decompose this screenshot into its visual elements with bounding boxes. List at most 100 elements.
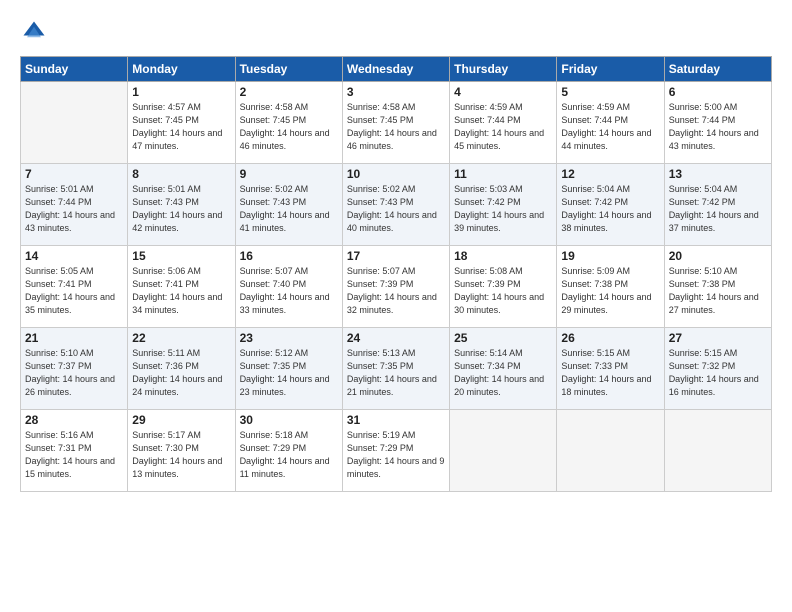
calendar-cell: 27 Sunrise: 5:15 AM Sunset: 7:32 PM Dayli… (664, 328, 771, 410)
calendar-cell: 17Sunrise: 5:07 AM Sunset: 7:39 PM Dayli… (342, 246, 449, 328)
calendar-cell: 4 Sunrise: 4:59 AM Sunset: 7:44 PM Daylig… (450, 82, 557, 164)
day-info: Sunrise: 5:07 AM Sunset: 7:40 PM Dayligh… (240, 265, 338, 317)
calendar-week-row: 21 Sunrise: 5:10 AM Sunset: 7:37 PM Dayli… (21, 328, 772, 410)
day-info: Sunrise: 5:01 AM Sunset: 7:44 PM Dayligh… (25, 183, 123, 235)
calendar-week-row: 1Sunrise: 4:57 AM Sunset: 7:45 PM Daylig… (21, 82, 772, 164)
calendar-cell: 1Sunrise: 4:57 AM Sunset: 7:45 PM Daylig… (128, 82, 235, 164)
calendar-cell: 15 Sunrise: 5:06 AM Sunset: 7:41 PM Dayli… (128, 246, 235, 328)
day-info: Sunrise: 5:17 AM Sunset: 7:30 PM Dayligh… (132, 429, 230, 481)
day-number: 7 (25, 167, 123, 181)
weekday-header-wednesday: Wednesday (342, 57, 449, 82)
day-number: 29 (132, 413, 230, 427)
day-info: Sunrise: 4:59 AM Sunset: 7:44 PM Dayligh… (561, 101, 659, 153)
calendar-page: SundayMondayTuesdayWednesdayThursdayFrid… (0, 0, 792, 612)
weekday-header-row: SundayMondayTuesdayWednesdayThursdayFrid… (21, 57, 772, 82)
calendar-cell: 25 Sunrise: 5:14 AM Sunset: 7:34 PM Dayli… (450, 328, 557, 410)
calendar-cell: 22 Sunrise: 5:11 AM Sunset: 7:36 PM Dayli… (128, 328, 235, 410)
header (20, 18, 772, 46)
day-info: Sunrise: 5:02 AM Sunset: 7:43 PM Dayligh… (347, 183, 445, 235)
weekday-header-sunday: Sunday (21, 57, 128, 82)
day-number: 8 (132, 167, 230, 181)
calendar-cell: 26Sunrise: 5:15 AM Sunset: 7:33 PM Dayli… (557, 328, 664, 410)
day-number: 27 (669, 331, 767, 345)
day-info: Sunrise: 4:59 AM Sunset: 7:44 PM Dayligh… (454, 101, 552, 153)
day-info: Sunrise: 5:11 AM Sunset: 7:36 PM Dayligh… (132, 347, 230, 399)
day-info: Sunrise: 5:15 AM Sunset: 7:33 PM Dayligh… (561, 347, 659, 399)
day-info: Sunrise: 5:06 AM Sunset: 7:41 PM Dayligh… (132, 265, 230, 317)
day-info: Sunrise: 5:07 AM Sunset: 7:39 PM Dayligh… (347, 265, 445, 317)
day-number: 16 (240, 249, 338, 263)
calendar-cell: 6 Sunrise: 5:00 AM Sunset: 7:44 PM Daylig… (664, 82, 771, 164)
day-info: Sunrise: 4:58 AM Sunset: 7:45 PM Dayligh… (240, 101, 338, 153)
weekday-header-tuesday: Tuesday (235, 57, 342, 82)
calendar-cell: 28 Sunrise: 5:16 AM Sunset: 7:31 PM Dayli… (21, 410, 128, 492)
calendar-cell: 5 Sunrise: 4:59 AM Sunset: 7:44 PM Daylig… (557, 82, 664, 164)
day-number: 18 (454, 249, 552, 263)
calendar-cell: 16 Sunrise: 5:07 AM Sunset: 7:40 PM Dayli… (235, 246, 342, 328)
day-number: 28 (25, 413, 123, 427)
day-number: 15 (132, 249, 230, 263)
day-number: 11 (454, 167, 552, 181)
weekday-header-friday: Friday (557, 57, 664, 82)
weekday-header-thursday: Thursday (450, 57, 557, 82)
day-number: 9 (240, 167, 338, 181)
day-info: Sunrise: 5:01 AM Sunset: 7:43 PM Dayligh… (132, 183, 230, 235)
day-number: 23 (240, 331, 338, 345)
day-info: Sunrise: 5:04 AM Sunset: 7:42 PM Dayligh… (561, 183, 659, 235)
day-number: 1 (132, 85, 230, 99)
calendar-table: SundayMondayTuesdayWednesdayThursdayFrid… (20, 56, 772, 492)
calendar-cell: 31Sunrise: 5:19 AM Sunset: 7:29 PM Dayli… (342, 410, 449, 492)
day-number: 20 (669, 249, 767, 263)
calendar-cell (557, 410, 664, 492)
day-number: 10 (347, 167, 445, 181)
calendar-cell: 30 Sunrise: 5:18 AM Sunset: 7:29 PM Dayli… (235, 410, 342, 492)
day-info: Sunrise: 5:00 AM Sunset: 7:44 PM Dayligh… (669, 101, 767, 153)
calendar-cell: 29 Sunrise: 5:17 AM Sunset: 7:30 PM Dayli… (128, 410, 235, 492)
calendar-cell: 20 Sunrise: 5:10 AM Sunset: 7:38 PM Dayli… (664, 246, 771, 328)
calendar-cell: 21 Sunrise: 5:10 AM Sunset: 7:37 PM Dayli… (21, 328, 128, 410)
day-number: 12 (561, 167, 659, 181)
day-number: 5 (561, 85, 659, 99)
day-info: Sunrise: 5:14 AM Sunset: 7:34 PM Dayligh… (454, 347, 552, 399)
calendar-cell: 10 Sunrise: 5:02 AM Sunset: 7:43 PM Dayli… (342, 164, 449, 246)
day-info: Sunrise: 5:16 AM Sunset: 7:31 PM Dayligh… (25, 429, 123, 481)
calendar-cell: 3Sunrise: 4:58 AM Sunset: 7:45 PM Daylig… (342, 82, 449, 164)
day-number: 14 (25, 249, 123, 263)
day-info: Sunrise: 5:03 AM Sunset: 7:42 PM Dayligh… (454, 183, 552, 235)
calendar-cell: 24Sunrise: 5:13 AM Sunset: 7:35 PM Dayli… (342, 328, 449, 410)
day-info: Sunrise: 5:18 AM Sunset: 7:29 PM Dayligh… (240, 429, 338, 481)
day-info: Sunrise: 5:10 AM Sunset: 7:38 PM Dayligh… (669, 265, 767, 317)
weekday-header-saturday: Saturday (664, 57, 771, 82)
day-number: 22 (132, 331, 230, 345)
calendar-cell: 19Sunrise: 5:09 AM Sunset: 7:38 PM Dayli… (557, 246, 664, 328)
calendar-cell: 14Sunrise: 5:05 AM Sunset: 7:41 PM Dayli… (21, 246, 128, 328)
calendar-cell (450, 410, 557, 492)
day-number: 30 (240, 413, 338, 427)
logo-icon (20, 18, 48, 46)
calendar-cell: 11 Sunrise: 5:03 AM Sunset: 7:42 PM Dayli… (450, 164, 557, 246)
day-info: Sunrise: 5:09 AM Sunset: 7:38 PM Dayligh… (561, 265, 659, 317)
day-number: 13 (669, 167, 767, 181)
calendar-cell (664, 410, 771, 492)
calendar-cell: 2 Sunrise: 4:58 AM Sunset: 7:45 PM Daylig… (235, 82, 342, 164)
calendar-cell: 13Sunrise: 5:04 AM Sunset: 7:42 PM Dayli… (664, 164, 771, 246)
day-number: 25 (454, 331, 552, 345)
calendar-cell: 7 Sunrise: 5:01 AM Sunset: 7:44 PM Daylig… (21, 164, 128, 246)
calendar-week-row: 7 Sunrise: 5:01 AM Sunset: 7:44 PM Daylig… (21, 164, 772, 246)
calendar-cell: 23Sunrise: 5:12 AM Sunset: 7:35 PM Dayli… (235, 328, 342, 410)
calendar-cell: 18 Sunrise: 5:08 AM Sunset: 7:39 PM Dayli… (450, 246, 557, 328)
day-info: Sunrise: 4:58 AM Sunset: 7:45 PM Dayligh… (347, 101, 445, 153)
day-number: 6 (669, 85, 767, 99)
calendar-cell: 9 Sunrise: 5:02 AM Sunset: 7:43 PM Daylig… (235, 164, 342, 246)
calendar-cell (21, 82, 128, 164)
day-number: 21 (25, 331, 123, 345)
day-info: Sunrise: 5:10 AM Sunset: 7:37 PM Dayligh… (25, 347, 123, 399)
day-number: 4 (454, 85, 552, 99)
day-number: 24 (347, 331, 445, 345)
day-info: Sunrise: 5:02 AM Sunset: 7:43 PM Dayligh… (240, 183, 338, 235)
day-info: Sunrise: 5:15 AM Sunset: 7:32 PM Dayligh… (669, 347, 767, 399)
day-number: 2 (240, 85, 338, 99)
day-info: Sunrise: 5:08 AM Sunset: 7:39 PM Dayligh… (454, 265, 552, 317)
weekday-header-monday: Monday (128, 57, 235, 82)
day-number: 31 (347, 413, 445, 427)
